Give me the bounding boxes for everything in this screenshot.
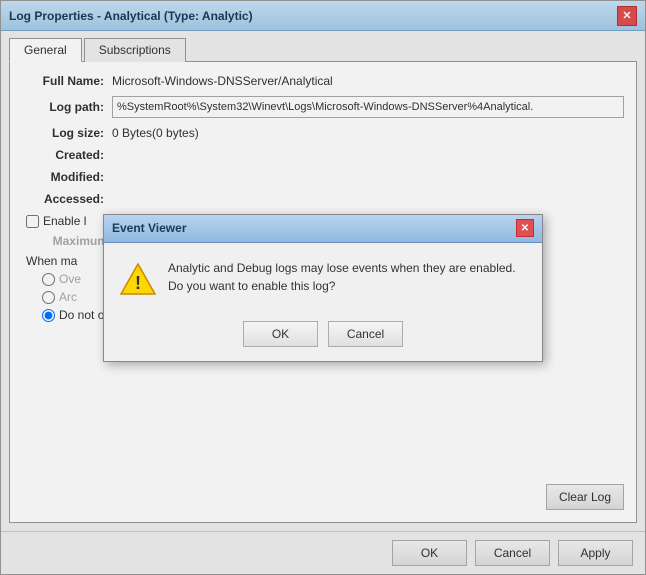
event-message: Analytic and Debug logs may lose events … <box>168 259 526 295</box>
svg-text:!: ! <box>135 273 141 293</box>
event-body: ! Analytic and Debug logs may lose event… <box>104 243 542 313</box>
event-buttons: OK Cancel <box>104 313 542 361</box>
event-title-bar: Event Viewer ✕ <box>104 215 542 243</box>
modal-overlay: Event Viewer ✕ ! Analytic and Debug logs… <box>0 0 646 575</box>
event-dialog-title: Event Viewer <box>112 221 186 235</box>
event-viewer-dialog: Event Viewer ✕ ! Analytic and Debug logs… <box>103 214 543 362</box>
event-close-button[interactable]: ✕ <box>516 219 534 237</box>
event-ok-button[interactable]: OK <box>243 321 318 347</box>
warning-icon: ! <box>120 261 156 297</box>
event-cancel-button[interactable]: Cancel <box>328 321 403 347</box>
